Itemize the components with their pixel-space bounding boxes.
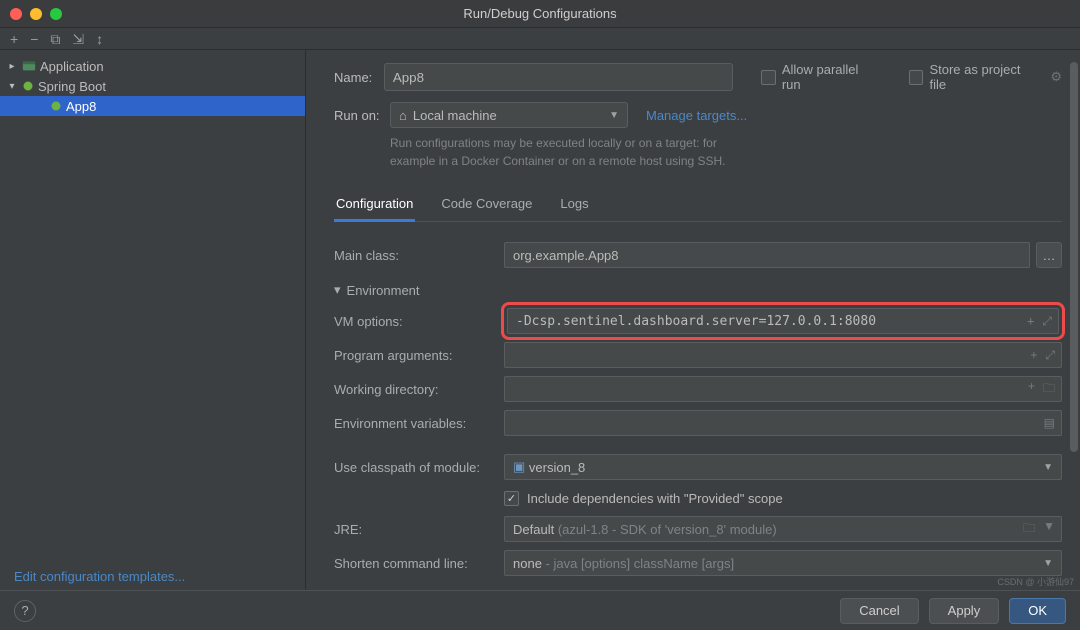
- tab-configuration[interactable]: Configuration: [334, 188, 415, 221]
- config-tabs: Configuration Code Coverage Logs: [334, 188, 1062, 222]
- name-label: Name:: [334, 70, 384, 85]
- expand-icon[interactable]: ⤢: [1045, 348, 1055, 363]
- config-form: Name: Allow parallel run Store as projec…: [306, 50, 1080, 590]
- tab-logs[interactable]: Logs: [558, 188, 590, 221]
- tree-label: Spring Boot: [38, 79, 106, 94]
- jre-label: JRE:: [334, 522, 504, 537]
- save-config-icon[interactable]: ⇲: [72, 32, 84, 46]
- expand-icon[interactable]: ⤢: [1042, 314, 1052, 329]
- env-vars-label: Environment variables:: [334, 416, 504, 431]
- program-args-input[interactable]: +⤢: [504, 342, 1062, 368]
- allow-parallel-checkbox[interactable]: [761, 70, 776, 85]
- spring-icon: [22, 80, 34, 92]
- plus-icon[interactable]: +: [1028, 379, 1035, 400]
- tree-node-application[interactable]: ▸ Application: [0, 56, 305, 76]
- name-input[interactable]: [384, 63, 733, 91]
- folder-icon[interactable]: 🗀: [1023, 519, 1035, 540]
- add-config-icon[interactable]: +: [10, 32, 18, 46]
- browse-class-button[interactable]: …: [1036, 242, 1062, 268]
- classpath-label: Use classpath of module:: [334, 460, 504, 475]
- chevron-down-icon: ▼: [1043, 462, 1053, 473]
- window-title: Run/Debug Configurations: [463, 6, 616, 21]
- application-icon: [22, 59, 36, 73]
- tab-code-coverage[interactable]: Code Coverage: [439, 188, 534, 221]
- gear-icon[interactable]: ⚙: [1050, 69, 1062, 85]
- tree-node-springboot[interactable]: ▾ Spring Boot: [0, 76, 305, 96]
- runon-dropdown[interactable]: ⌂ Local machine ▼: [390, 102, 628, 128]
- chevron-down-icon: ▾: [334, 282, 341, 298]
- vm-options-label: VM options:: [334, 314, 504, 329]
- shorten-label: Shorten command line:: [334, 556, 504, 571]
- runon-label: Run on:: [334, 102, 390, 123]
- store-as-file-checkbox[interactable]: [909, 70, 924, 85]
- scrollbar[interactable]: [1070, 62, 1078, 590]
- watermark: CSDN @ 小游仙97: [997, 575, 1074, 588]
- sort-config-icon[interactable]: ↕: [96, 32, 103, 46]
- sidebar-toolbar: + − ⧉ ⇲ ↕: [0, 28, 1080, 50]
- working-dir-label: Working directory:: [334, 382, 504, 397]
- chevron-right-icon[interactable]: ▸: [6, 61, 18, 72]
- chevron-down-icon: ▼: [609, 110, 619, 121]
- working-dir-input[interactable]: +🗀: [504, 376, 1062, 402]
- home-icon: ⌂: [399, 108, 407, 123]
- copy-config-icon[interactable]: ⧉: [50, 32, 60, 46]
- close-window-icon[interactable]: [10, 8, 22, 20]
- manage-targets-link[interactable]: Manage targets...: [646, 108, 747, 123]
- shorten-dropdown[interactable]: none - java [options] className [args] ▼: [504, 550, 1062, 576]
- tree-node-app8[interactable]: App8: [0, 96, 305, 116]
- dialog-footer: ? Cancel Apply OK: [0, 590, 1080, 630]
- runon-value: Local machine: [413, 108, 497, 123]
- remove-config-icon[interactable]: −: [30, 32, 38, 46]
- tree-label: App8: [66, 99, 96, 114]
- titlebar: Run/Debug Configurations: [0, 0, 1080, 28]
- jre-dropdown[interactable]: Default (azul-1.8 - SDK of 'version_8' m…: [504, 516, 1062, 542]
- scrollbar-thumb[interactable]: [1070, 62, 1078, 452]
- apply-button[interactable]: Apply: [929, 598, 1000, 624]
- env-vars-input[interactable]: ▤: [504, 410, 1062, 436]
- runon-hint: Run configurations may be executed local…: [390, 134, 1062, 170]
- include-provided-label: Include dependencies with "Provided" sco…: [527, 491, 783, 506]
- help-button[interactable]: ?: [14, 600, 36, 622]
- main-class-label: Main class:: [334, 248, 504, 263]
- ok-button[interactable]: OK: [1009, 598, 1066, 624]
- spring-icon: [50, 100, 62, 112]
- chevron-down-icon: ▼: [1043, 558, 1053, 569]
- plus-icon[interactable]: +: [1027, 314, 1034, 329]
- window-controls: [10, 8, 62, 20]
- program-args-label: Program arguments:: [334, 348, 504, 363]
- environment-section-toggle[interactable]: ▾ Environment: [334, 282, 1062, 298]
- chevron-down-icon: ▼: [1043, 519, 1055, 540]
- config-tree: ▸ Application ▾ Spring Boot App8: [0, 50, 306, 590]
- tree-label: Application: [40, 59, 104, 74]
- chevron-down-icon[interactable]: ▾: [6, 81, 18, 92]
- edit-templates-link[interactable]: Edit configuration templates...: [14, 569, 185, 584]
- allow-parallel-label: Allow parallel run: [782, 62, 881, 92]
- cancel-button[interactable]: Cancel: [840, 598, 918, 624]
- plus-icon[interactable]: +: [1030, 348, 1037, 363]
- minimize-window-icon[interactable]: [30, 8, 42, 20]
- folder-icon[interactable]: 🗀: [1043, 379, 1055, 400]
- list-icon[interactable]: ▤: [1044, 416, 1055, 430]
- module-icon: ▣: [513, 459, 525, 475]
- zoom-window-icon[interactable]: [50, 8, 62, 20]
- main-class-input[interactable]: org.example.App8: [504, 242, 1030, 268]
- vm-options-input[interactable]: -Dcsp.sentinel.dashboard.server=127.0.0.…: [507, 308, 1059, 334]
- classpath-dropdown[interactable]: ▣ version_8 ▼: [504, 454, 1062, 480]
- store-as-file-label: Store as project file: [929, 62, 1040, 92]
- include-provided-checkbox[interactable]: ✓: [504, 491, 519, 506]
